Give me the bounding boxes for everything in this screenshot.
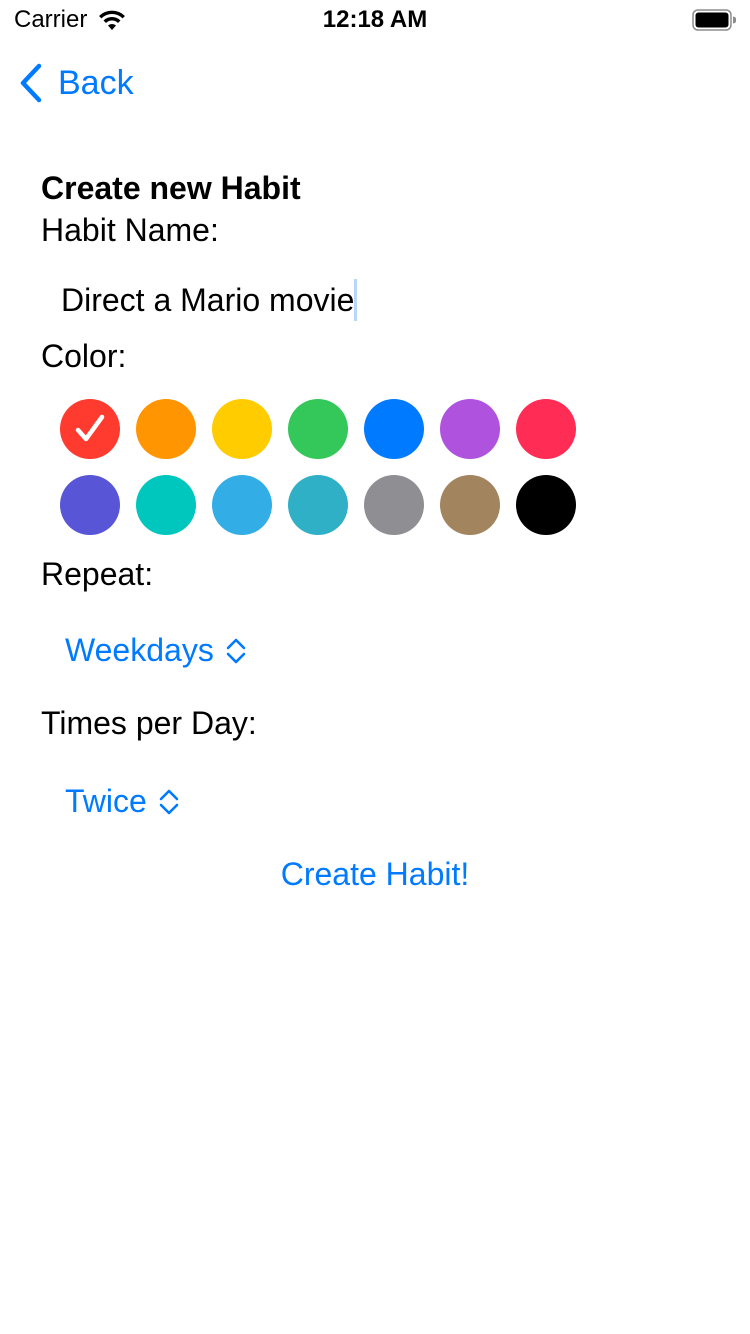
color-swatch-row	[60, 399, 600, 459]
back-button[interactable]: Back	[18, 62, 134, 104]
times-per-day-value: Twice	[65, 783, 147, 819]
color-swatch-selected[interactable]	[60, 399, 120, 459]
habit-name-value: Direct a Mario movie	[61, 281, 355, 318]
repeat-picker[interactable]: Weekdays	[65, 632, 248, 669]
battery-icon	[692, 9, 736, 31]
color-swatch[interactable]	[364, 399, 424, 459]
create-habit-button[interactable]: Create Habit!	[41, 854, 709, 894]
text-cursor	[354, 279, 358, 321]
color-label: Color:	[41, 338, 127, 374]
color-swatch[interactable]	[288, 475, 348, 535]
color-swatch[interactable]	[440, 475, 500, 535]
screen: Carrier 12:18 AM Back Create new Habit H…	[0, 0, 750, 1334]
color-swatch[interactable]	[516, 399, 576, 459]
times-per-day-label: Times per Day:	[41, 705, 257, 741]
color-swatch[interactable]	[288, 399, 348, 459]
habit-name-label: Habit Name:	[41, 212, 219, 248]
repeat-label: Repeat:	[41, 556, 154, 592]
form-title: Create new Habit	[41, 170, 301, 206]
color-swatch[interactable]	[60, 475, 120, 535]
create-habit-form: Create new Habit Habit Name: Direct a Ma…	[41, 168, 711, 892]
chevron-left-icon	[20, 63, 42, 103]
color-swatch[interactable]	[212, 475, 272, 535]
color-swatch[interactable]	[440, 399, 500, 459]
chevron-up-down-icon	[226, 638, 246, 663]
habit-name-field[interactable]: Direct a Mario movie	[61, 276, 358, 324]
repeat-value: Weekdays	[65, 632, 214, 668]
status-time: 12:18 AM	[322, 6, 428, 33]
color-picker	[60, 399, 600, 551]
chevron-up-down-icon	[159, 789, 179, 814]
color-swatch-row	[60, 475, 600, 535]
color-swatch[interactable]	[136, 399, 196, 459]
color-swatch[interactable]	[364, 475, 424, 535]
status-bar: Carrier 12:18 AM	[0, 0, 750, 40]
color-swatch[interactable]	[516, 475, 576, 535]
back-label: Back	[58, 64, 134, 102]
times-per-day-picker[interactable]: Twice	[65, 783, 181, 820]
color-swatch[interactable]	[136, 475, 196, 535]
color-swatch[interactable]	[212, 399, 272, 459]
checkmark-icon	[75, 414, 105, 442]
